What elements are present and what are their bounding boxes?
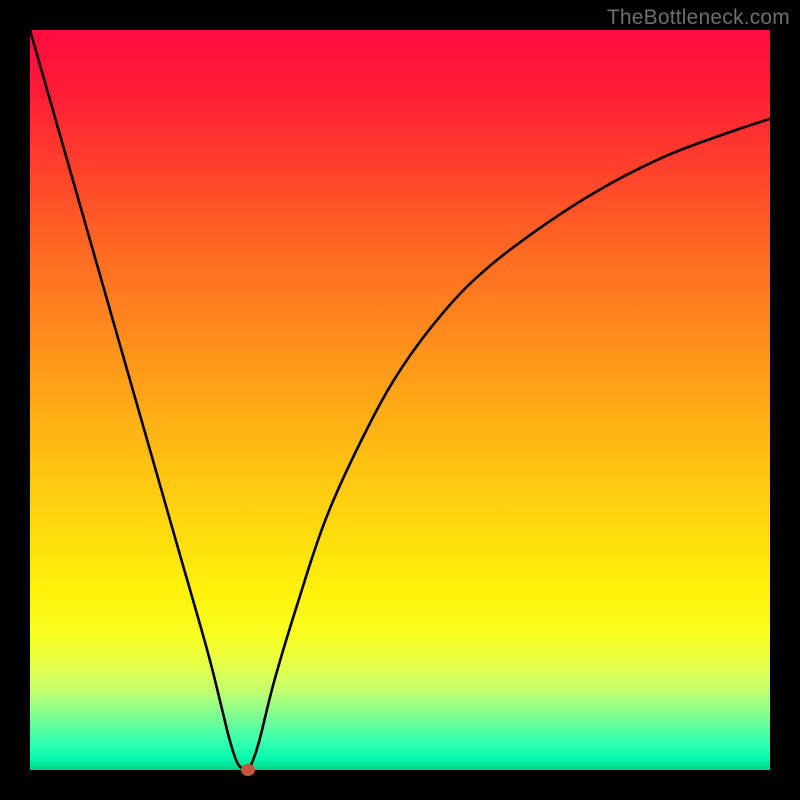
plot-area — [30, 30, 770, 770]
curve-path — [30, 30, 770, 770]
bottleneck-curve — [30, 30, 770, 770]
watermark-text: TheBottleneck.com — [607, 6, 790, 30]
minimum-marker — [241, 764, 255, 776]
chart-frame: TheBottleneck.com — [0, 0, 800, 800]
